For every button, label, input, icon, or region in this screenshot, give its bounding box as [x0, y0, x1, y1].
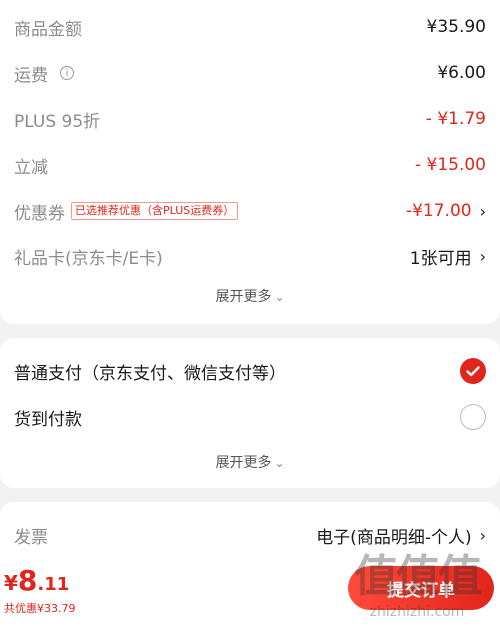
- check-icon[interactable]: [460, 358, 486, 384]
- order-summary-card: 商品金额 ¥35.90 运费 i ¥6.00 PLUS 95折 - ¥1.79 …: [0, 0, 500, 324]
- submit-order-button[interactable]: 提交订单: [348, 566, 494, 610]
- payment-expand-label: 展开更多: [215, 455, 272, 471]
- total-discount: 共优惠¥33.79: [4, 602, 76, 615]
- checkout-bar: ¥ 8 .11 共优惠¥33.79 提交订单: [0, 556, 500, 636]
- gift-card-label: 礼品卡(京东卡/E卡): [14, 248, 163, 269]
- goods-amount-row: 商品金额 ¥35.90: [0, 7, 500, 47]
- coupon-label-group: 优惠券 已选推荐优惠（含PLUS运费券）: [14, 199, 239, 224]
- gift-card-value-group: 1张可用 ›: [410, 244, 486, 269]
- payment-option-normal[interactable]: 普通支付（京东支付、微信支付等）: [0, 349, 500, 393]
- goods-amount-label: 商品金额: [14, 19, 82, 40]
- payment-option-normal-label: 普通支付（京东支付、微信支付等）: [14, 363, 286, 384]
- payment-card: 普通支付（京东支付、微信支付等） 货到付款 展开更多 ⌄: [0, 338, 500, 488]
- chevron-down-icon: ⌄: [274, 290, 285, 304]
- coupon-label: 优惠券: [14, 203, 65, 224]
- summary-expand-label: 展开更多: [215, 289, 272, 305]
- plus-discount-label: PLUS 95折: [14, 111, 101, 132]
- instant-discount-value: - ¥15.00: [414, 155, 486, 175]
- shipping-row: 运费 i ¥6.00: [0, 53, 500, 93]
- radio-empty-icon[interactable]: [460, 404, 486, 430]
- shipping-label: 运费: [14, 65, 48, 86]
- coupon-badge: 已选推荐优惠（含PLUS运费券）: [71, 202, 239, 220]
- total-integer: 8: [17, 564, 38, 597]
- goods-amount-value: ¥35.90: [426, 17, 486, 37]
- coupon-value: -¥17.00: [405, 201, 472, 221]
- info-circle-icon[interactable]: i: [60, 66, 74, 80]
- chevron-right-icon: ›: [479, 246, 486, 266]
- invoice-value: 电子(商品明细-个人): [316, 527, 472, 548]
- coupon-value-group: -¥17.00 ›: [406, 201, 486, 221]
- total-currency: ¥: [4, 571, 18, 595]
- total-decimal: .11: [37, 574, 70, 595]
- invoice-label: 发票: [14, 527, 48, 548]
- plus-discount-value: - ¥1.79: [425, 109, 486, 129]
- total-price: ¥ 8 .11: [4, 564, 69, 597]
- shipping-value: ¥6.00: [437, 63, 486, 83]
- invoice-row[interactable]: 发票 电子(商品明细-个人) ›: [0, 515, 500, 555]
- shipping-label-group: 运费 i: [14, 61, 74, 86]
- payment-option-cod[interactable]: 货到付款: [0, 395, 500, 439]
- payment-option-cod-label: 货到付款: [14, 409, 82, 430]
- summary-expand-more[interactable]: 展开更多 ⌄: [0, 286, 500, 306]
- instant-discount-label: 立减: [14, 157, 48, 178]
- gift-card-value: 1张可用: [409, 248, 472, 269]
- chevron-down-icon: ⌄: [274, 456, 285, 470]
- instant-discount-row: 立减 - ¥15.00: [0, 145, 500, 185]
- chevron-right-icon: ›: [479, 201, 486, 221]
- payment-expand-more[interactable]: 展开更多 ⌄: [0, 452, 500, 472]
- gift-card-row[interactable]: 礼品卡(京东卡/E卡) 1张可用 ›: [0, 236, 500, 276]
- plus-discount-row: PLUS 95折 - ¥1.79: [0, 99, 500, 139]
- chevron-right-icon: ›: [479, 525, 486, 545]
- coupon-row[interactable]: 优惠券 已选推荐优惠（含PLUS运费券） -¥17.00 ›: [0, 191, 500, 231]
- invoice-value-group: 电子(商品明细-个人) ›: [316, 523, 486, 548]
